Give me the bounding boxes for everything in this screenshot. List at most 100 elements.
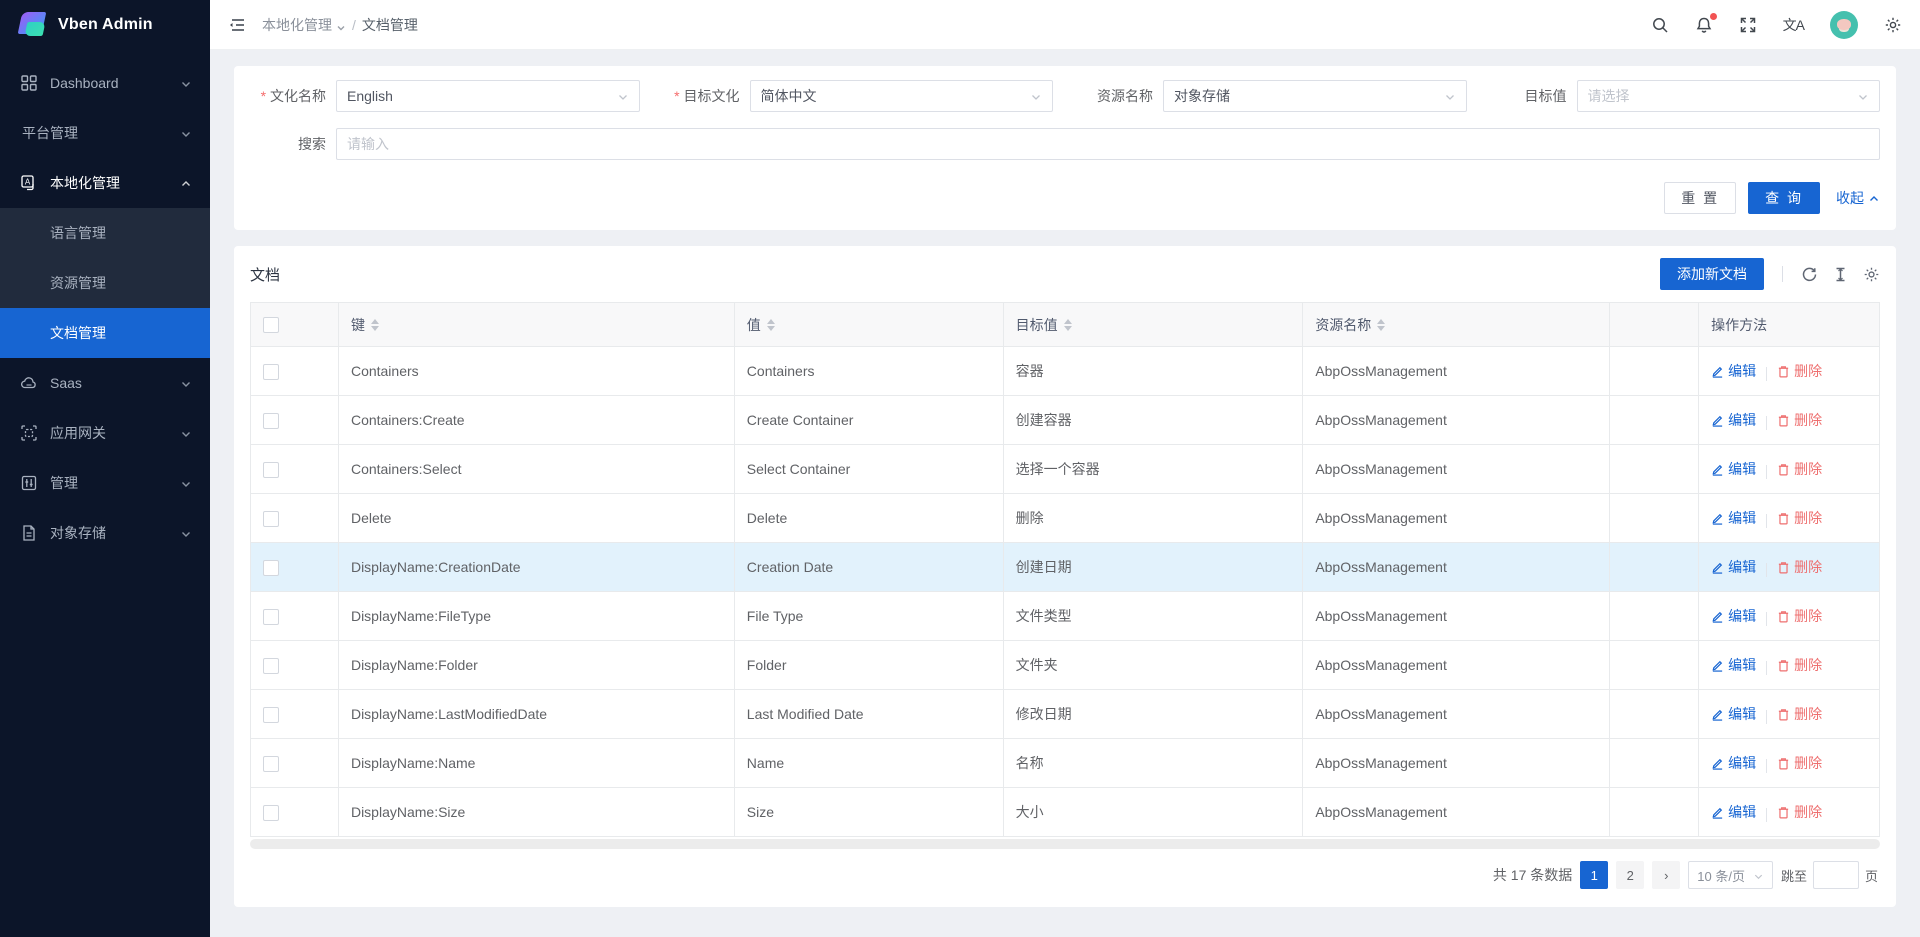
- next-page-button[interactable]: ›: [1652, 861, 1680, 889]
- table-row[interactable]: DisplayName:Name Name 名称 AbpOssManagemen…: [251, 739, 1880, 788]
- sort-icon[interactable]: [1064, 319, 1072, 331]
- row-checkbox[interactable]: [263, 707, 279, 723]
- sidebar-item-storage[interactable]: 对象存储: [0, 508, 210, 558]
- search-icon[interactable]: [1651, 16, 1669, 34]
- translate-icon[interactable]: 文A: [1783, 16, 1804, 34]
- select-all-checkbox[interactable]: [263, 317, 279, 333]
- horizontal-scrollbar[interactable]: [250, 839, 1880, 849]
- edit-link[interactable]: 编辑: [1711, 802, 1756, 822]
- table-row[interactable]: DisplayName:Folder Folder 文件夹 AbpOssMana…: [251, 641, 1880, 690]
- sidebar-item-label: 本地化管理: [50, 173, 180, 193]
- table-settings-gear-icon[interactable]: [1863, 266, 1880, 283]
- edit-link[interactable]: 编辑: [1711, 557, 1756, 577]
- edit-link[interactable]: 编辑: [1711, 606, 1756, 626]
- row-checkbox[interactable]: [263, 756, 279, 772]
- column-value[interactable]: 值: [734, 303, 1003, 347]
- table-row[interactable]: Containers:Select Select Container 选择一个容…: [251, 445, 1880, 494]
- table-row[interactable]: DisplayName:LastModifiedDate Last Modifi…: [251, 690, 1880, 739]
- chevron-down-icon: [180, 377, 192, 389]
- delete-link[interactable]: 删除: [1777, 606, 1822, 626]
- empty-cell: [1609, 396, 1699, 445]
- empty-cell: [1609, 739, 1699, 788]
- sidebar-item-localization[interactable]: A 本地化管理: [0, 158, 210, 208]
- add-document-button[interactable]: 添加新文档: [1660, 258, 1764, 290]
- table-row[interactable]: Containers Containers 容器 AbpOssManagemen…: [251, 347, 1880, 396]
- target-culture-select[interactable]: 简体中文: [750, 80, 1054, 112]
- breadcrumb: 本地化管理 / 文档管理: [262, 15, 418, 35]
- action-divider: [1766, 367, 1767, 381]
- culture-name-select[interactable]: English: [336, 80, 640, 112]
- sidebar-subitem-document[interactable]: 文档管理: [0, 308, 210, 358]
- row-checkbox[interactable]: [263, 462, 279, 478]
- sidebar-subitem-resource[interactable]: 资源管理: [0, 258, 210, 308]
- search-input[interactable]: [336, 128, 1880, 160]
- user-avatar[interactable]: [1830, 11, 1858, 39]
- resource-name-select[interactable]: 对象存储: [1163, 80, 1467, 112]
- bell-icon[interactable]: [1695, 16, 1713, 34]
- breadcrumb-parent[interactable]: 本地化管理: [262, 15, 346, 35]
- sidebar-item-platform[interactable]: 平台管理: [0, 108, 210, 158]
- query-button[interactable]: 查 询: [1748, 182, 1820, 214]
- delete-link[interactable]: 删除: [1777, 410, 1822, 430]
- column-target-value[interactable]: 目标值: [1003, 303, 1303, 347]
- table-row[interactable]: DisplayName:CreationDate Creation Date 创…: [251, 543, 1880, 592]
- row-checkbox[interactable]: [263, 560, 279, 576]
- delete-link[interactable]: 删除: [1777, 753, 1822, 773]
- delete-link[interactable]: 删除: [1777, 508, 1822, 528]
- fullscreen-icon[interactable]: [1739, 16, 1757, 34]
- edit-link[interactable]: 编辑: [1711, 655, 1756, 675]
- table-row[interactable]: DisplayName:Size Size 大小 AbpOssManagemen…: [251, 788, 1880, 837]
- row-checkbox[interactable]: [263, 364, 279, 380]
- page-size-select[interactable]: 10 条/页: [1688, 861, 1773, 889]
- table-row[interactable]: Containers:Create Create Container 创建容器 …: [251, 396, 1880, 445]
- delete-link[interactable]: 删除: [1777, 459, 1822, 479]
- edit-link[interactable]: 编辑: [1711, 753, 1756, 773]
- row-checkbox[interactable]: [263, 658, 279, 674]
- row-checkbox[interactable]: [263, 805, 279, 821]
- page-button-1[interactable]: 1: [1580, 861, 1608, 889]
- page-button-2[interactable]: 2: [1616, 861, 1644, 889]
- collapse-sidebar-icon[interactable]: [228, 16, 246, 34]
- delete-link[interactable]: 删除: [1777, 655, 1822, 675]
- column-key[interactable]: 键: [338, 303, 734, 347]
- trash-icon: [1777, 708, 1790, 721]
- column-resource-name[interactable]: 资源名称: [1303, 303, 1609, 347]
- target-value-select[interactable]: 请选择: [1577, 80, 1881, 112]
- cell-resource-name: AbpOssManagement: [1303, 641, 1609, 690]
- app-logo[interactable]: Vben Admin: [0, 0, 210, 50]
- row-checkbox[interactable]: [263, 609, 279, 625]
- table-row[interactable]: DisplayName:FileType File Type 文件类型 AbpO…: [251, 592, 1880, 641]
- delete-link[interactable]: 删除: [1777, 704, 1822, 724]
- sort-icon[interactable]: [371, 319, 379, 331]
- row-checkbox[interactable]: [263, 511, 279, 527]
- row-checkbox[interactable]: [263, 413, 279, 429]
- localization-icon: A: [20, 174, 38, 192]
- gear-icon[interactable]: [1884, 16, 1902, 34]
- edit-link[interactable]: 编辑: [1711, 410, 1756, 430]
- table-row[interactable]: Delete Delete 删除 AbpOssManagement 编辑 删除: [251, 494, 1880, 543]
- delete-link[interactable]: 删除: [1777, 361, 1822, 381]
- collapse-filters-link[interactable]: 收起: [1836, 188, 1880, 208]
- reset-button[interactable]: 重 置: [1664, 182, 1736, 214]
- edit-link[interactable]: 编辑: [1711, 508, 1756, 528]
- edit-link[interactable]: 编辑: [1711, 459, 1756, 479]
- cell-key: Containers: [338, 347, 734, 396]
- edit-link[interactable]: 编辑: [1711, 704, 1756, 724]
- sort-icon[interactable]: [1377, 319, 1385, 331]
- sidebar-item-dashboard[interactable]: Dashboard: [0, 58, 210, 108]
- edit-link[interactable]: 编辑: [1711, 361, 1756, 381]
- sidebar-subitem-language[interactable]: 语言管理: [0, 208, 210, 258]
- sidebar-item-label: 平台管理: [22, 123, 180, 143]
- jump-page-input[interactable]: [1813, 861, 1859, 889]
- sidebar-item-gateway[interactable]: 应用网关: [0, 408, 210, 458]
- delete-link[interactable]: 删除: [1777, 802, 1822, 822]
- sidebar-item-manage[interactable]: 管理: [0, 458, 210, 508]
- refresh-icon[interactable]: [1801, 266, 1818, 283]
- cell-resource-name: AbpOssManagement: [1303, 592, 1609, 641]
- sort-icon[interactable]: [767, 319, 775, 331]
- cell-key: Containers:Create: [338, 396, 734, 445]
- row-height-icon[interactable]: [1832, 266, 1849, 283]
- trash-icon: [1777, 463, 1790, 476]
- delete-link[interactable]: 删除: [1777, 557, 1822, 577]
- sidebar-item-saas[interactable]: Saas: [0, 358, 210, 408]
